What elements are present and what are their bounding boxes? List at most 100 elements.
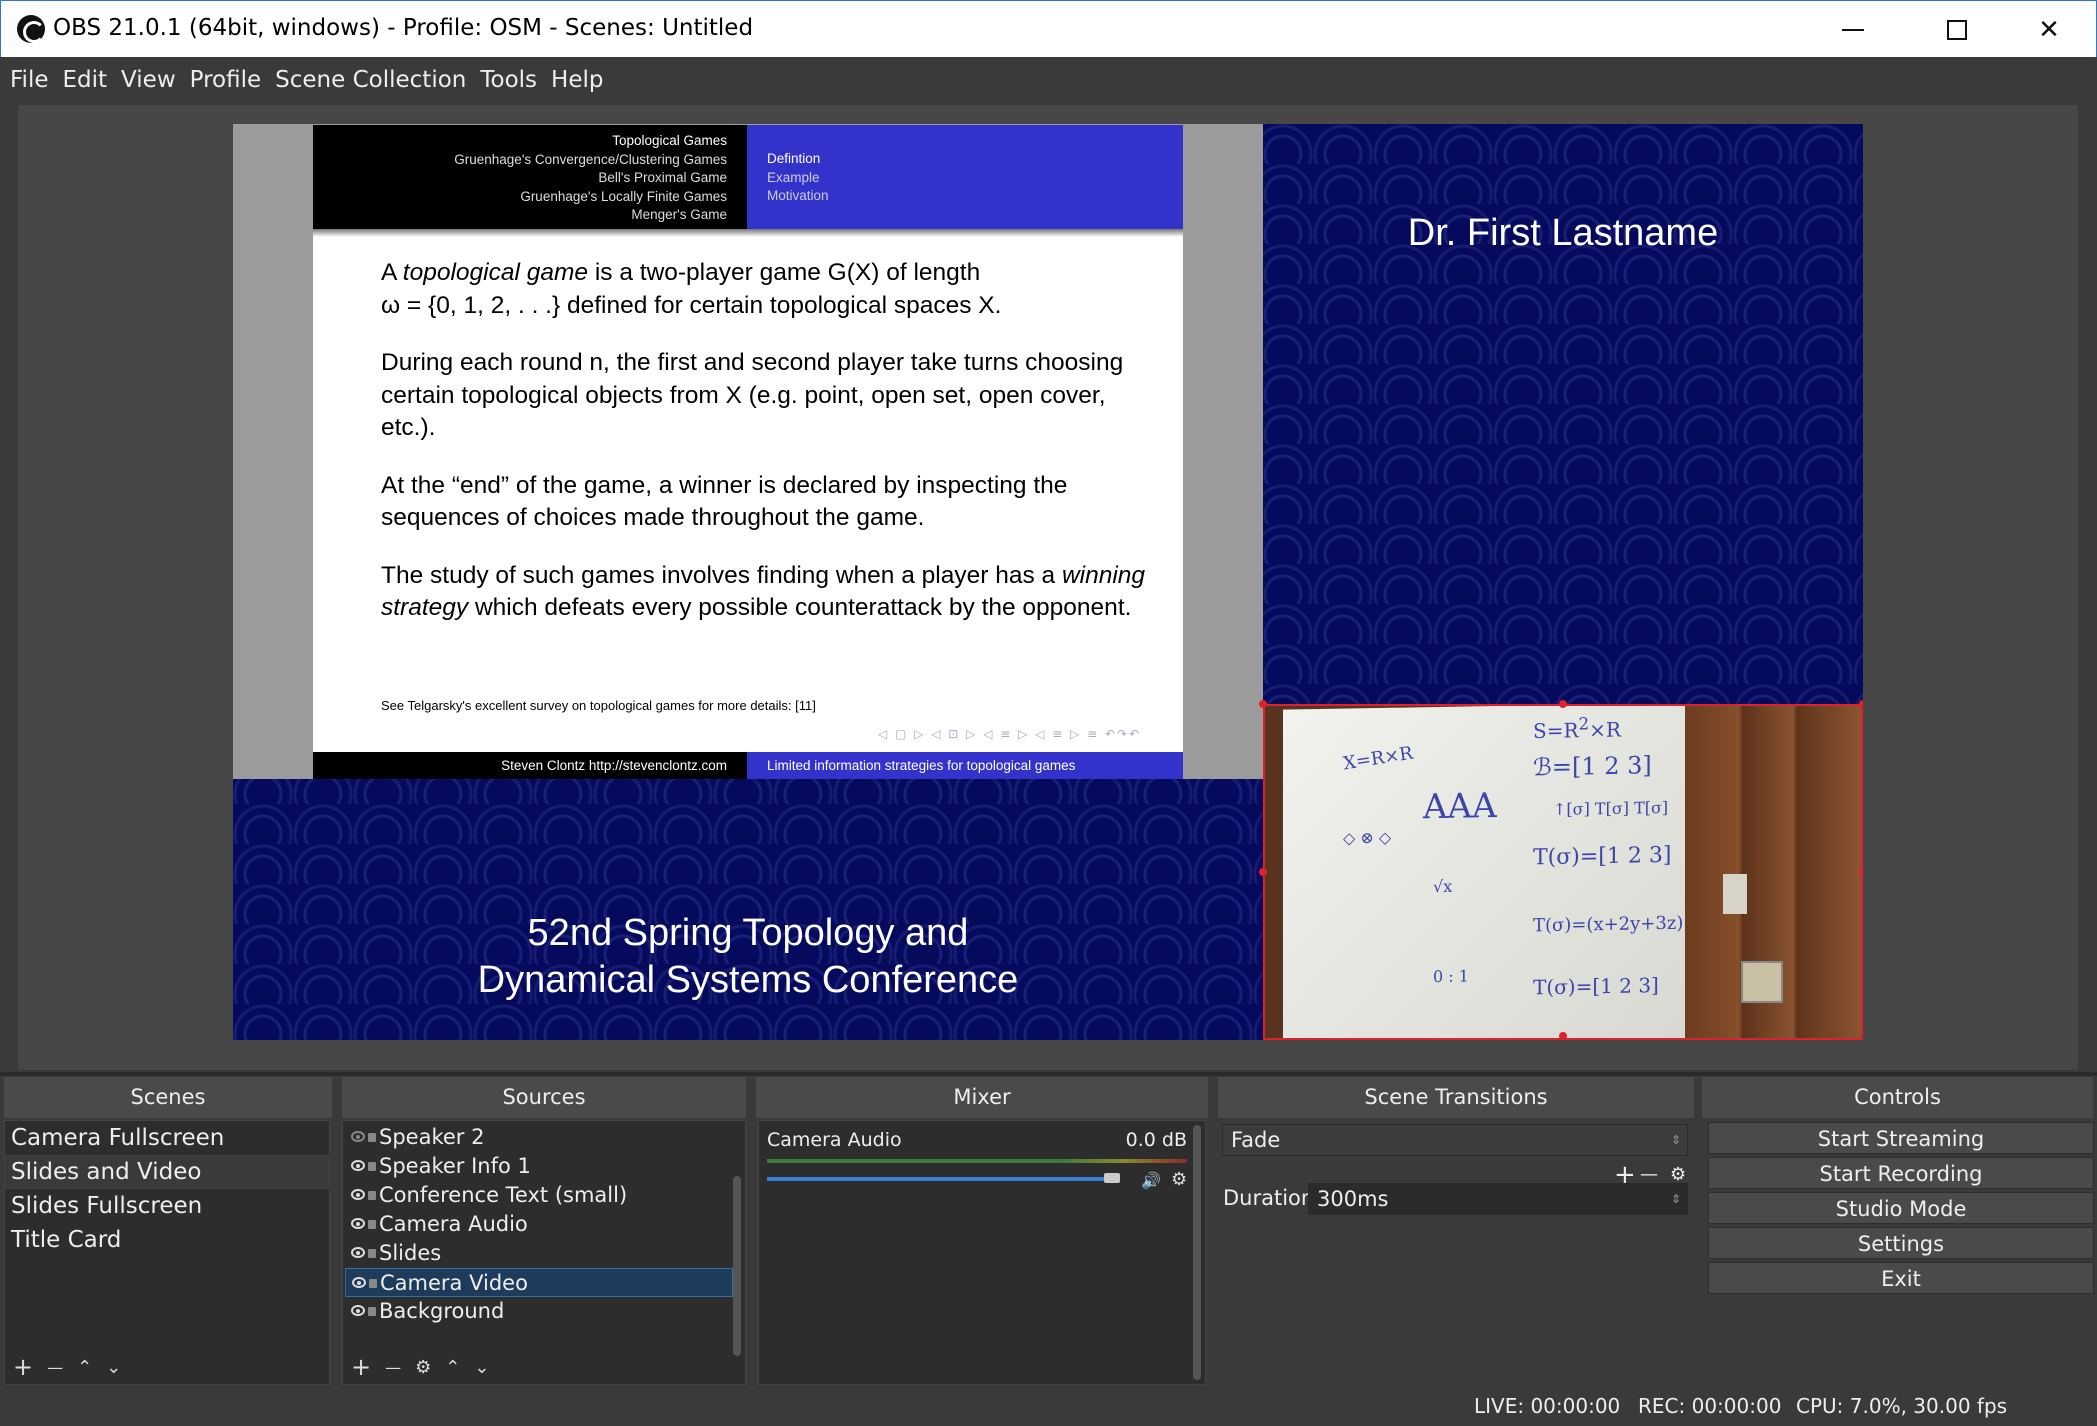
maximize-button[interactable] bbox=[1911, 1, 2003, 58]
source-item[interactable]: Conference Text (small) bbox=[345, 1181, 733, 1210]
remove-transition-button[interactable]: — bbox=[1640, 1164, 1658, 1185]
menu-scene-collection[interactable]: Scene Collection bbox=[275, 67, 466, 93]
move-source-down-button[interactable]: ⌄ bbox=[474, 1357, 489, 1378]
slide-nav-sections: Topological Games Gruenhage's Convergenc… bbox=[313, 125, 747, 229]
lock-icon[interactable] bbox=[368, 1249, 376, 1258]
exit-button[interactable]: Exit bbox=[1708, 1262, 2094, 1294]
slide-subnav-item: Defintion bbox=[767, 151, 821, 166]
eye-icon[interactable] bbox=[351, 1247, 365, 1258]
wall-outlet bbox=[1741, 961, 1783, 1003]
speaker-mute-icon[interactable]: 🔊 bbox=[1141, 1171, 1161, 1190]
slide-paragraph-3: At the “end” of the game, a winner is de… bbox=[381, 471, 1068, 532]
conference-text[interactable]: 52nd Spring Topology and Dynamical Syste… bbox=[233, 910, 1263, 1004]
add-source-button[interactable]: + bbox=[351, 1353, 371, 1381]
transform-handle[interactable] bbox=[1559, 700, 1567, 708]
slide-header-shadow bbox=[313, 229, 1183, 237]
mixer-scrollbar[interactable] bbox=[1193, 1125, 1201, 1380]
menu-profile[interactable]: Profile bbox=[190, 67, 262, 93]
eye-icon[interactable] bbox=[351, 1160, 365, 1171]
lock-icon[interactable] bbox=[368, 1191, 376, 1200]
slide-text-emphasis: topological game bbox=[402, 259, 589, 286]
move-scene-up-button[interactable]: ⌃ bbox=[77, 1357, 92, 1378]
transform-handle[interactable] bbox=[1259, 700, 1267, 708]
sources-scrollbar[interactable] bbox=[733, 1176, 741, 1356]
scene-item[interactable]: Camera Fullscreen bbox=[5, 1121, 329, 1155]
add-scene-button[interactable]: + bbox=[13, 1353, 33, 1381]
lock-icon[interactable] bbox=[368, 1133, 376, 1142]
transform-handle[interactable] bbox=[1259, 868, 1267, 876]
studio-mode-button[interactable]: Studio Mode bbox=[1708, 1192, 2094, 1224]
settings-button[interactable]: Settings bbox=[1708, 1227, 2094, 1259]
maximize-icon bbox=[1947, 19, 1967, 40]
scene-item-selected[interactable]: Slides and Video bbox=[5, 1155, 329, 1189]
remove-scene-button[interactable]: — bbox=[47, 1358, 63, 1377]
source-item[interactable]: Slides bbox=[345, 1239, 733, 1268]
dock-separator[interactable] bbox=[0, 1072, 2097, 1076]
start-streaming-button[interactable]: Start Streaming bbox=[1708, 1122, 2094, 1154]
transform-handle[interactable] bbox=[1559, 1032, 1567, 1040]
source-label: Speaker Info 1 bbox=[379, 1154, 531, 1178]
menu-view[interactable]: View bbox=[121, 67, 176, 93]
minimize-button[interactable] bbox=[1807, 1, 1899, 58]
eye-icon[interactable] bbox=[351, 1218, 365, 1229]
move-source-up-button[interactable]: ⌃ bbox=[445, 1357, 460, 1378]
camera-video-source[interactable]: X=R×R S=R2×R ℬ=[1 2 3] AAA ↑[σ] T[σ] T[σ… bbox=[1263, 704, 1863, 1040]
eye-icon[interactable] bbox=[351, 1305, 365, 1316]
move-scene-down-button[interactable]: ⌄ bbox=[106, 1357, 121, 1378]
source-item[interactable]: Speaker 2 bbox=[345, 1123, 733, 1152]
sources-items: Speaker 2 Speaker Info 1 Conference Text… bbox=[343, 1121, 745, 1326]
menu-file[interactable]: File bbox=[10, 67, 49, 93]
scenes-toolbar: + — ⌃ ⌄ bbox=[5, 1350, 329, 1384]
source-item[interactable]: Speaker Info 1 bbox=[345, 1152, 733, 1181]
lock-icon[interactable] bbox=[368, 1307, 376, 1316]
menu-help[interactable]: Help bbox=[551, 67, 603, 93]
preview-canvas[interactable]: Topological Games Gruenhage's Convergenc… bbox=[233, 124, 1863, 1040]
controls-dock-title: Controls bbox=[1702, 1077, 2093, 1118]
source-item-selected[interactable]: Camera Video bbox=[345, 1268, 733, 1297]
lock-icon[interactable] bbox=[368, 1162, 376, 1171]
transform-handle[interactable] bbox=[1859, 700, 1863, 708]
slide-text: is a two-player game G(X) of length bbox=[588, 259, 981, 286]
source-properties-gear-icon[interactable]: ⚙ bbox=[415, 1357, 431, 1378]
mixer-gear-icon[interactable]: ⚙ bbox=[1171, 1169, 1187, 1190]
slide-nav-item: Gruenhage's Locally Finite Games bbox=[520, 188, 727, 204]
source-label: Speaker 2 bbox=[379, 1125, 485, 1149]
eye-icon[interactable] bbox=[352, 1277, 366, 1288]
slide-text: The study of such games involves finding… bbox=[381, 561, 1062, 589]
slide-nav-item: Menger's Game bbox=[631, 207, 727, 222]
chevron-updown-icon: ⇕ bbox=[1670, 1133, 1681, 1147]
eye-icon[interactable] bbox=[351, 1189, 365, 1200]
eye-hidden-icon[interactable] bbox=[351, 1131, 365, 1142]
source-item[interactable]: Background bbox=[345, 1297, 733, 1326]
slide-subnav-item: Motivation bbox=[767, 188, 829, 203]
scene-item[interactable]: Title Card bbox=[5, 1223, 329, 1257]
transform-handle[interactable] bbox=[1859, 868, 1863, 876]
duration-label: Duration bbox=[1223, 1186, 1315, 1210]
source-label: Camera Audio bbox=[379, 1212, 528, 1236]
conference-text-line: Dynamical Systems Conference bbox=[477, 959, 1019, 1001]
transition-properties-gear-icon[interactable]: ⚙ bbox=[1670, 1164, 1686, 1185]
lock-icon[interactable] bbox=[369, 1279, 377, 1288]
menu-tools[interactable]: Tools bbox=[480, 67, 537, 93]
audio-level-meter bbox=[767, 1159, 1187, 1163]
duration-spinbox[interactable]: 300ms ⇕ bbox=[1308, 1183, 1688, 1215]
source-item[interactable]: Camera Audio bbox=[345, 1210, 733, 1239]
volume-slider[interactable] bbox=[767, 1177, 1104, 1181]
start-recording-button[interactable]: Start Recording bbox=[1708, 1157, 2094, 1189]
slides-source[interactable]: Topological Games Gruenhage's Convergenc… bbox=[233, 124, 1263, 779]
title-bar: OBS 21.0.1 (64bit, windows) - Profile: O… bbox=[0, 0, 2097, 57]
source-label: Conference Text (small) bbox=[379, 1183, 628, 1207]
close-button[interactable]: ✕ bbox=[2003, 1, 2095, 58]
scene-item[interactable]: Slides Fullscreen bbox=[5, 1189, 329, 1223]
menu-edit[interactable]: Edit bbox=[63, 67, 108, 93]
minimize-icon bbox=[1842, 28, 1864, 31]
speaker-info-text[interactable]: Dr. First Lastname bbox=[1263, 212, 1863, 255]
spinner-arrows-icon[interactable]: ⇕ bbox=[1671, 1184, 1681, 1214]
remove-source-button[interactable]: — bbox=[385, 1358, 401, 1377]
mixer-channel: Camera Audio 0.0 dB 🔊 ⚙ bbox=[767, 1129, 1187, 1190]
lock-icon[interactable] bbox=[368, 1220, 376, 1229]
transition-select[interactable]: Fade ⇕ bbox=[1222, 1124, 1688, 1156]
light-switch bbox=[1723, 874, 1747, 914]
volume-slider-handle[interactable] bbox=[1104, 1173, 1120, 1183]
controls-panel: Start Streaming Start Recording Studio M… bbox=[1700, 1120, 2094, 1385]
